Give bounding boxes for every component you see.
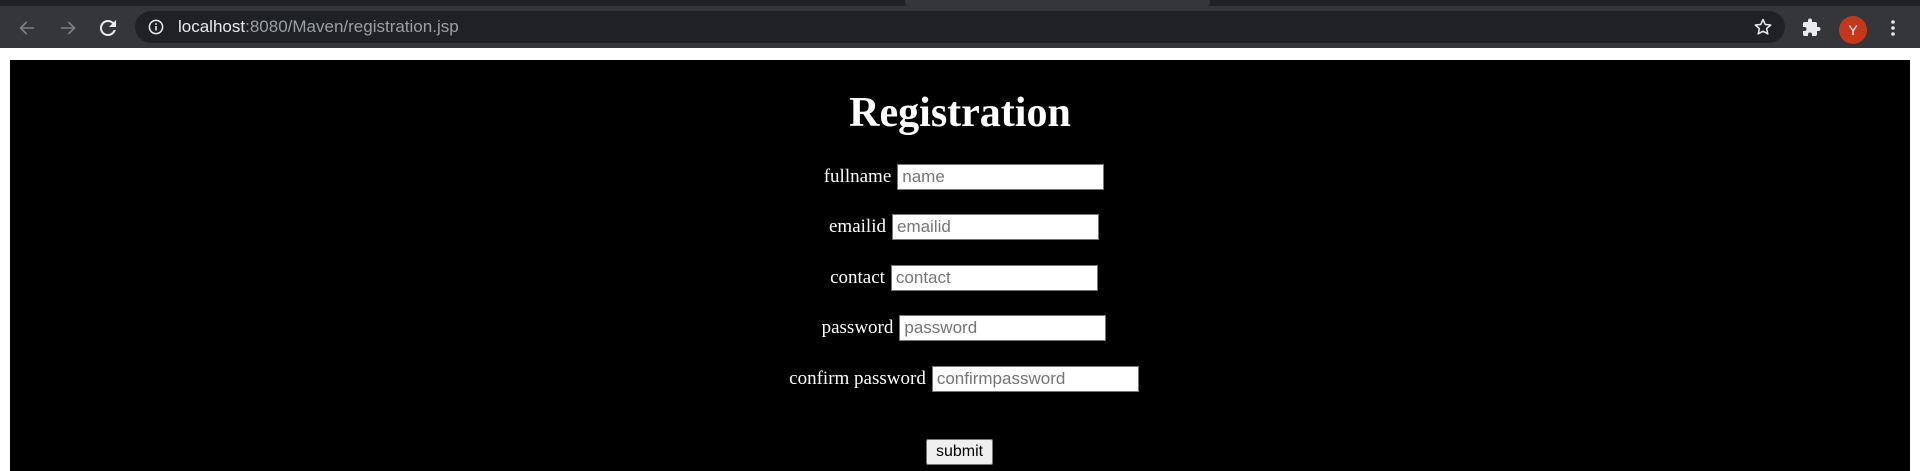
submit-button[interactable]: submit [926,439,994,465]
confirm-password-label: confirm password [789,367,926,389]
emailid-input[interactable] [891,213,1099,240]
browser-toolbar: localhost:8080/Maven/registration.jsp Y [0,6,1920,48]
forward-arrow-icon [58,18,78,38]
kebab-menu-icon [1883,18,1903,38]
fullname-label: fullname [823,165,892,187]
fullname-row: fullname [10,162,1910,191]
password-input[interactable] [899,314,1107,341]
reload-button[interactable] [94,14,122,42]
registration-page: Registration fullname emailid contact pa… [10,60,1910,471]
browser-menu-button[interactable] [1879,14,1907,42]
confirm-password-row: confirm password [10,364,1910,393]
url-text[interactable]: localhost:8080/Maven/registration.jsp [178,11,459,43]
fullname-input[interactable] [897,163,1105,190]
puzzle-icon [1802,18,1822,38]
star-icon[interactable] [1753,17,1773,42]
profile-avatar[interactable]: Y [1839,16,1867,44]
address-bar[interactable]: localhost:8080/Maven/registration.jsp [135,11,1785,43]
password-row: password [10,313,1910,342]
url-path: :8080/Maven/registration.jsp [245,17,459,36]
info-icon[interactable] [148,19,164,40]
emailid-label: emailid [829,215,886,237]
page-title: Registration [849,90,1071,136]
reload-icon [98,18,118,38]
password-label: password [821,316,894,338]
extensions-button[interactable] [1798,14,1826,42]
confirm-password-input[interactable] [931,365,1139,392]
contact-label: contact [830,266,885,288]
contact-input[interactable] [890,264,1098,291]
back-arrow-icon [17,18,37,38]
url-host: localhost [178,17,246,36]
emailid-row: emailid [10,212,1910,241]
page-viewport: Registration fullname emailid contact pa… [0,48,1920,471]
forward-button[interactable] [54,14,82,42]
contact-row: contact [10,263,1910,292]
back-button[interactable] [13,14,41,42]
